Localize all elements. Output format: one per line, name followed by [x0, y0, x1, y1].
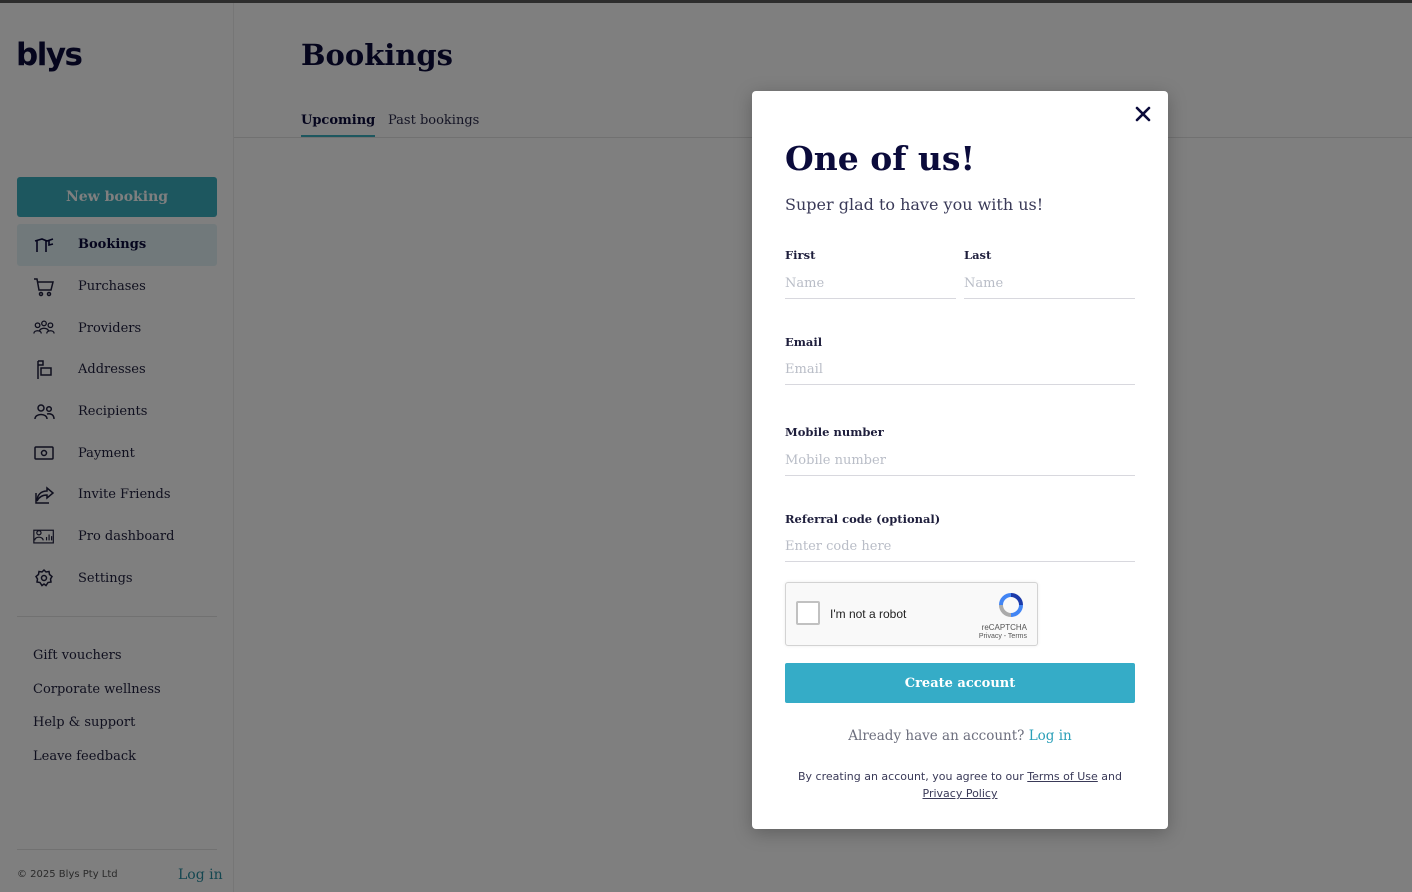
email-label: Email: [785, 335, 823, 349]
modal-title: One of us!: [785, 139, 975, 178]
last-name-field[interactable]: [964, 269, 1135, 299]
already-text: Already have an account?: [848, 728, 1025, 744]
modal-login-link[interactable]: Log in: [1029, 728, 1072, 744]
mobile-label: Mobile number: [785, 425, 884, 439]
legal-and: and: [1101, 770, 1122, 783]
referral-code-field[interactable]: [785, 532, 1135, 562]
recaptcha-icon: [995, 591, 1027, 619]
email-field[interactable]: [785, 355, 1135, 385]
recaptcha-label: I'm not a robot: [830, 607, 907, 621]
signup-modal: One of us! Super glad to have you with u…: [752, 91, 1168, 829]
terms-of-use-link[interactable]: Terms of Use: [1027, 770, 1098, 783]
first-name-field[interactable]: [785, 269, 956, 299]
referral-label: Referral code (optional): [785, 512, 941, 526]
legal-prefix: By creating an account, you agree to our: [798, 770, 1024, 783]
close-icon[interactable]: [1130, 101, 1156, 127]
create-account-button[interactable]: Create account: [785, 663, 1135, 703]
modal-subtitle: Super glad to have you with us!: [785, 195, 1044, 214]
recaptcha-checkbox[interactable]: [796, 601, 820, 625]
legal-text: By creating an account, you agree to our…: [785, 768, 1135, 802]
recaptcha-widget: I'm not a robot reCAPTCHA Privacy - Term…: [785, 582, 1038, 646]
mobile-field[interactable]: [785, 446, 1135, 476]
recaptcha-brand: reCAPTCHA: [981, 623, 1027, 632]
modal-overlay[interactable]: [0, 0, 1412, 892]
first-name-label: First: [785, 248, 816, 262]
last-name-label: Last: [964, 248, 992, 262]
privacy-policy-link[interactable]: Privacy Policy: [923, 787, 998, 800]
recaptcha-terms[interactable]: Privacy - Terms: [979, 633, 1027, 640]
already-have-account: Already have an account? Log in: [752, 728, 1168, 744]
